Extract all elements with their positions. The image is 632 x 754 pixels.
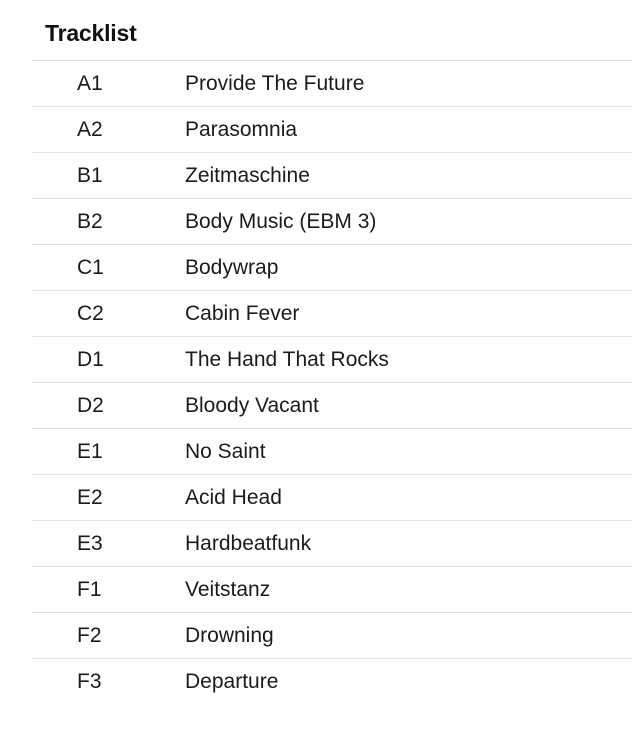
- track-title: The Hand That Rocks: [185, 336, 632, 383]
- row-gutter: [0, 61, 32, 107]
- track-position: A2: [32, 106, 185, 153]
- track-position: D1: [32, 336, 185, 383]
- row-gutter: [0, 199, 32, 245]
- table-row[interactable]: E3 Hardbeatfunk: [0, 520, 632, 567]
- row-gutter: [0, 153, 32, 199]
- table-row[interactable]: B1 Zeitmaschine: [0, 152, 632, 199]
- row-gutter: [0, 107, 32, 153]
- track-position: A1: [32, 60, 185, 107]
- row-gutter: [0, 383, 32, 429]
- track-title: Provide The Future: [185, 60, 632, 107]
- table-row[interactable]: D2 Bloody Vacant: [0, 382, 632, 429]
- track-title: Cabin Fever: [185, 290, 632, 337]
- track-title: Bloody Vacant: [185, 382, 632, 429]
- table-row[interactable]: E2 Acid Head: [0, 474, 632, 521]
- table-row[interactable]: C2 Cabin Fever: [0, 290, 632, 337]
- table-row[interactable]: A2 Parasomnia: [0, 106, 632, 153]
- row-gutter: [0, 291, 32, 337]
- table-row[interactable]: A1 Provide The Future: [0, 60, 632, 107]
- row-gutter: [0, 429, 32, 475]
- tracklist-table: A1 Provide The Future A2 Parasomnia B1 Zeitma…: [0, 60, 632, 705]
- track-title: Zeitmaschine: [185, 152, 632, 199]
- track-title: Body Music (EBM 3): [185, 198, 632, 245]
- table-row[interactable]: F3 Departure: [0, 658, 632, 705]
- row-gutter: [0, 521, 32, 567]
- row-gutter: [0, 475, 32, 521]
- page-title: Tracklist: [45, 20, 137, 46]
- row-gutter: [0, 659, 32, 705]
- track-title: Parasomnia: [185, 106, 632, 153]
- track-title: Drowning: [185, 612, 632, 659]
- row-gutter: [0, 613, 32, 659]
- track-position: C2: [32, 290, 185, 337]
- track-title: Acid Head: [185, 474, 632, 521]
- track-title: Departure: [185, 658, 632, 705]
- track-position: F3: [32, 658, 185, 705]
- track-title: Bodywrap: [185, 244, 632, 291]
- track-title: No Saint: [185, 428, 632, 475]
- track-position: F1: [32, 566, 185, 613]
- table-row[interactable]: F2 Drowning: [0, 612, 632, 659]
- tracklist-body: A1 Provide The Future A2 Parasomnia B1 Zeitma…: [0, 60, 632, 705]
- table-row[interactable]: D1 The Hand That Rocks: [0, 336, 632, 383]
- track-position: E2: [32, 474, 185, 521]
- table-row[interactable]: F1 Veitstanz: [0, 566, 632, 613]
- track-position: B2: [32, 198, 185, 245]
- track-title: Hardbeatfunk: [185, 520, 632, 567]
- table-row[interactable]: E1 No Saint: [0, 428, 632, 475]
- table-row[interactable]: C1 Bodywrap: [0, 244, 632, 291]
- track-position: E1: [32, 428, 185, 475]
- row-gutter: [0, 245, 32, 291]
- row-gutter: [0, 567, 32, 613]
- row-gutter: [0, 337, 32, 383]
- track-title: Veitstanz: [185, 566, 632, 613]
- table-row[interactable]: B2 Body Music (EBM 3): [0, 198, 632, 245]
- track-position: F2: [32, 612, 185, 659]
- track-position: D2: [32, 382, 185, 429]
- track-position: C1: [32, 244, 185, 291]
- track-position: E3: [32, 520, 185, 567]
- track-position: B1: [32, 152, 185, 199]
